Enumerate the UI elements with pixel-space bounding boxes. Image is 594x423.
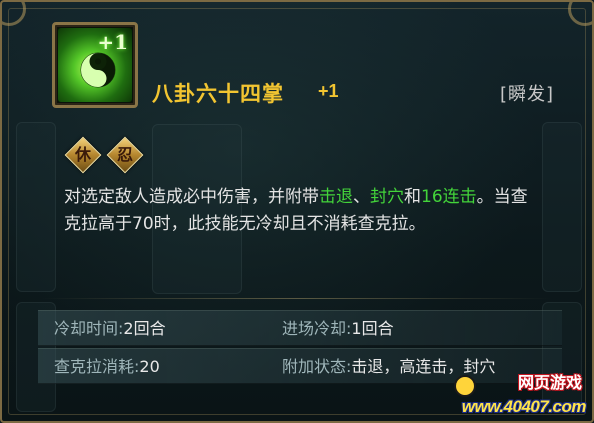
tag-rest: 休 [64,136,102,174]
stat-value: 2回合 [123,319,166,338]
stat-label: 查克拉消耗: [54,357,140,376]
tag-label: 休 [74,145,91,164]
skill-description: 对选定敌人造成必中伤害，并附带击退、封穴和16连击。当查克拉高于70时，此技能无… [64,184,534,238]
stat-label: 冷却时间: [54,319,124,338]
watermark: 网页游戏 www.40407.com [454,369,587,417]
skill-level: +1 [318,81,339,101]
tag-label: 忍 [116,145,133,164]
tag-ninja: 忍 [106,136,144,174]
yin-yang-icon [80,52,116,88]
desc-separator: 、 [353,187,370,207]
skill-name: 八卦六十四掌 [152,82,284,106]
stat-label: 附加状态: [282,357,352,376]
background-ornament [16,122,56,292]
desc-effect-knockback: 击退 [319,187,353,207]
desc-effect-combo: 16连击 [421,187,477,207]
desc-text: 对选定敌人造成必中伤害，并附带 [64,187,319,207]
mascot-icon [454,375,476,397]
background-ornament [542,122,582,292]
skill-tags: 休 忍 [64,136,144,174]
divider [42,298,552,299]
corner-ornament [2,2,26,26]
desc-text: 和 [404,187,421,207]
stat-cooldown: 冷却时间:2回合 [54,311,166,347]
skill-icon: +1 [58,28,132,102]
watermark-title: 网页游戏 [517,373,582,392]
skill-tooltip: +1 八卦六十四掌 +1 [瞬发] 休 忍 对选定敌人造成必中伤害，并附带击退、… [0,0,594,423]
stats-row: 冷却时间:2回合 进场冷却:1回合 [38,310,562,346]
watermark-url: www.40407.com [461,397,587,416]
icon-badge: +1 [97,30,128,54]
stat-label: 进场冷却: [282,319,352,338]
stat-value: 1回合 [351,319,394,338]
corner-ornament [568,2,592,26]
stat-entry-cooldown: 进场冷却:1回合 [282,311,394,347]
stat-chakra-cost: 查克拉消耗:20 [54,349,160,385]
desc-effect-seal: 封穴 [370,187,404,207]
skill-icon-frame: +1 [52,22,138,108]
stat-value: 20 [139,357,160,376]
cast-type: [瞬发] [499,84,554,105]
